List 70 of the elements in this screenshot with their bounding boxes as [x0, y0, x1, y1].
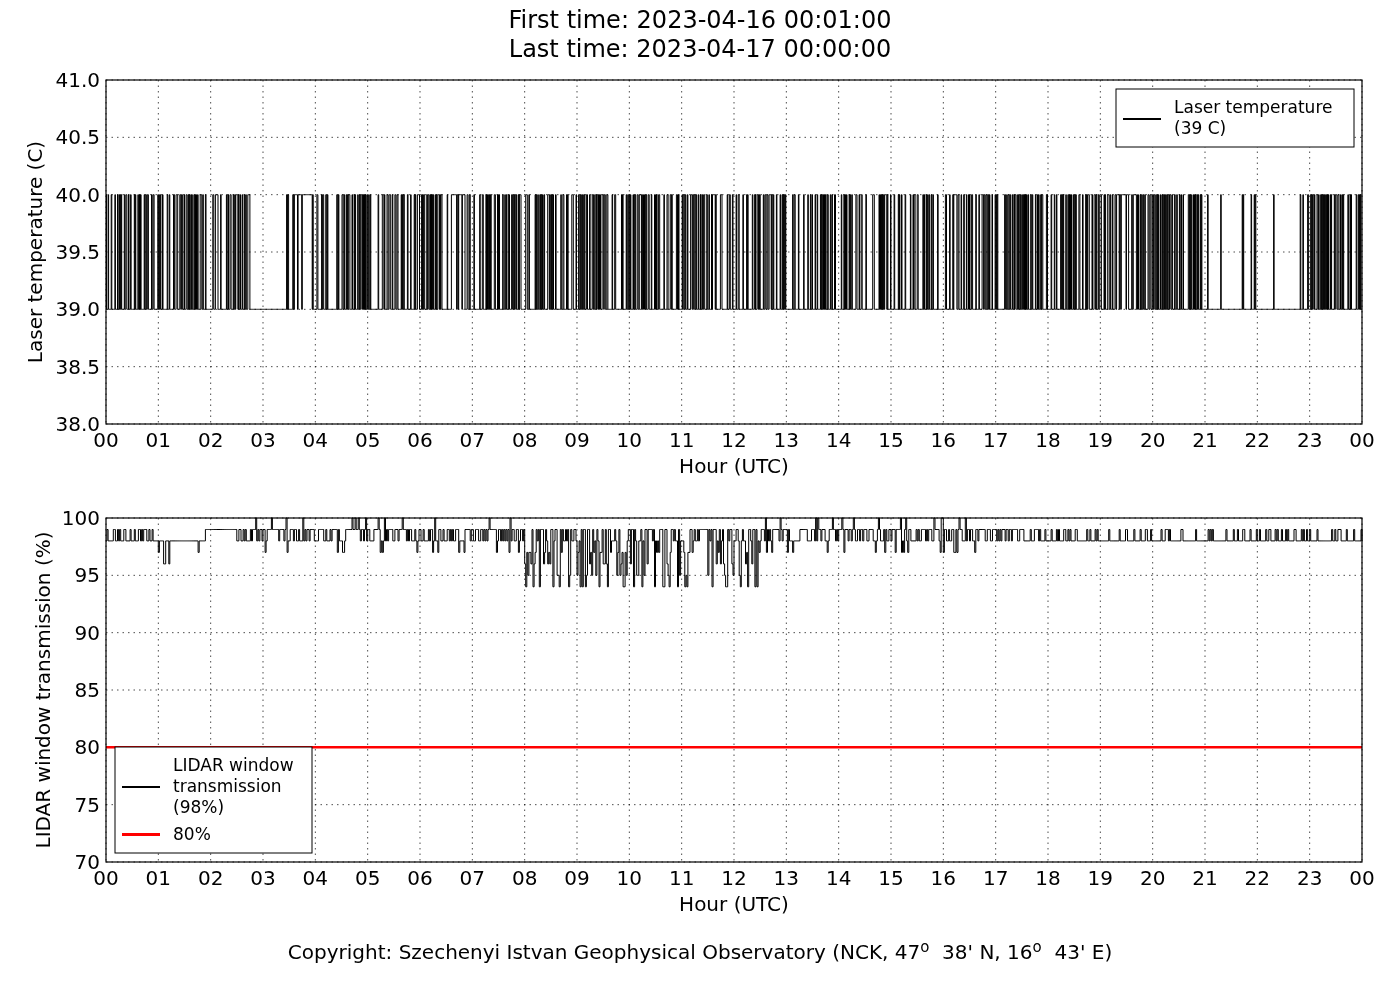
x-tick-label: 09 [564, 428, 590, 452]
y-tick-label: 100 [61, 506, 100, 530]
legend-label: LIDAR window transmission (98%) [173, 755, 294, 817]
x-tick-label: 21 [1192, 428, 1218, 452]
x-tick-label: 06 [407, 866, 433, 890]
y-tick-label: 85 [74, 678, 100, 702]
x-tick-label: 23 [1296, 866, 1323, 890]
x-tick-label: 14 [825, 428, 852, 452]
x-tick-label: 03 [250, 428, 276, 452]
x-tick-label: 16 [930, 428, 957, 452]
y-axis-label: Laser temperature (C) [23, 140, 47, 364]
x-tick-label: 02 [197, 866, 224, 890]
x-tick-label: 20 [1139, 866, 1166, 890]
x-tick-label: 07 [459, 866, 486, 890]
legend-label: 80% [173, 824, 211, 844]
x-tick-label: 04 [302, 866, 329, 890]
legend-label: Laser temperature (39 C) [1174, 97, 1333, 138]
x-tick-label: 19 [1087, 866, 1114, 890]
x-tick-label: 08 [511, 428, 538, 452]
x-tick-label: 10 [616, 428, 643, 452]
y-tick-label: 40.0 [55, 182, 100, 207]
x-tick-label: 14 [825, 866, 852, 890]
x-tick-label: 22 [1244, 866, 1271, 890]
x-tick-label: 00 [1349, 428, 1375, 452]
y-tick-label: 39.5 [55, 240, 100, 264]
x-tick-label: 11 [668, 866, 695, 890]
y-tick-label: 95 [74, 563, 100, 588]
x-tick-label: 07 [459, 428, 486, 452]
x-tick-label: 16 [930, 866, 957, 890]
y-tick-label: 41.0 [55, 70, 100, 92]
chart-title: First time: 2023-04-16 00:01:00 [508, 6, 892, 35]
x-axis-label: Hour (UTC) [679, 892, 789, 916]
x-tick-label: 05 [354, 866, 381, 890]
x-tick-label: 17 [982, 428, 1009, 452]
x-tick-label: 19 [1087, 428, 1114, 452]
x-tick-label: 02 [197, 428, 224, 452]
x-tick-label: 18 [1035, 428, 1061, 452]
x-tick-label: 01 [145, 866, 172, 890]
x-tick-label: 12 [721, 428, 747, 452]
y-axis-label: LIDAR window transmission (%) [31, 531, 55, 849]
x-tick-label: 01 [145, 428, 172, 452]
x-tick-label: 12 [721, 866, 747, 890]
x-tick-label: 09 [564, 866, 590, 890]
x-tick-label: 17 [982, 866, 1009, 890]
chart-title: Last time: 2023-04-17 00:00:00 [508, 35, 892, 64]
x-tick-label: 00 [1349, 866, 1375, 890]
x-tick-label: 13 [773, 428, 800, 452]
y-tick-label: 75 [74, 792, 100, 817]
x-tick-label: 04 [302, 428, 329, 452]
x-tick-label: 05 [354, 428, 381, 452]
x-tick-label: 08 [511, 866, 538, 890]
y-tick-label: 39.0 [55, 297, 100, 322]
x-tick-label: 15 [878, 866, 904, 890]
x-tick-label: 21 [1192, 866, 1218, 890]
y-tick-label: 80 [74, 735, 100, 760]
x-tick-label: 06 [407, 428, 433, 452]
y-tick-label: 90 [74, 620, 100, 645]
x-tick-label: 11 [668, 428, 695, 452]
x-tick-label: 20 [1139, 428, 1166, 452]
x-tick-label: 10 [616, 866, 643, 890]
x-tick-label: 23 [1296, 428, 1323, 452]
x-tick-label: 22 [1244, 428, 1271, 452]
x-axis-label: Hour (UTC) [679, 454, 789, 478]
y-tick-label: 38.5 [55, 354, 100, 379]
x-tick-label: 18 [1035, 866, 1061, 890]
copyright-text: Copyright: Szechenyi Istvan Geophysical Observatory (NCK, 47$^{o}$ 38' N, 16$^{o}$ 43' E) [287, 937, 1113, 966]
y-tick-label: 40.5 [55, 125, 100, 150]
x-tick-label: 15 [878, 428, 904, 452]
x-tick-label: 13 [773, 866, 800, 890]
x-tick-label: 03 [250, 866, 276, 890]
